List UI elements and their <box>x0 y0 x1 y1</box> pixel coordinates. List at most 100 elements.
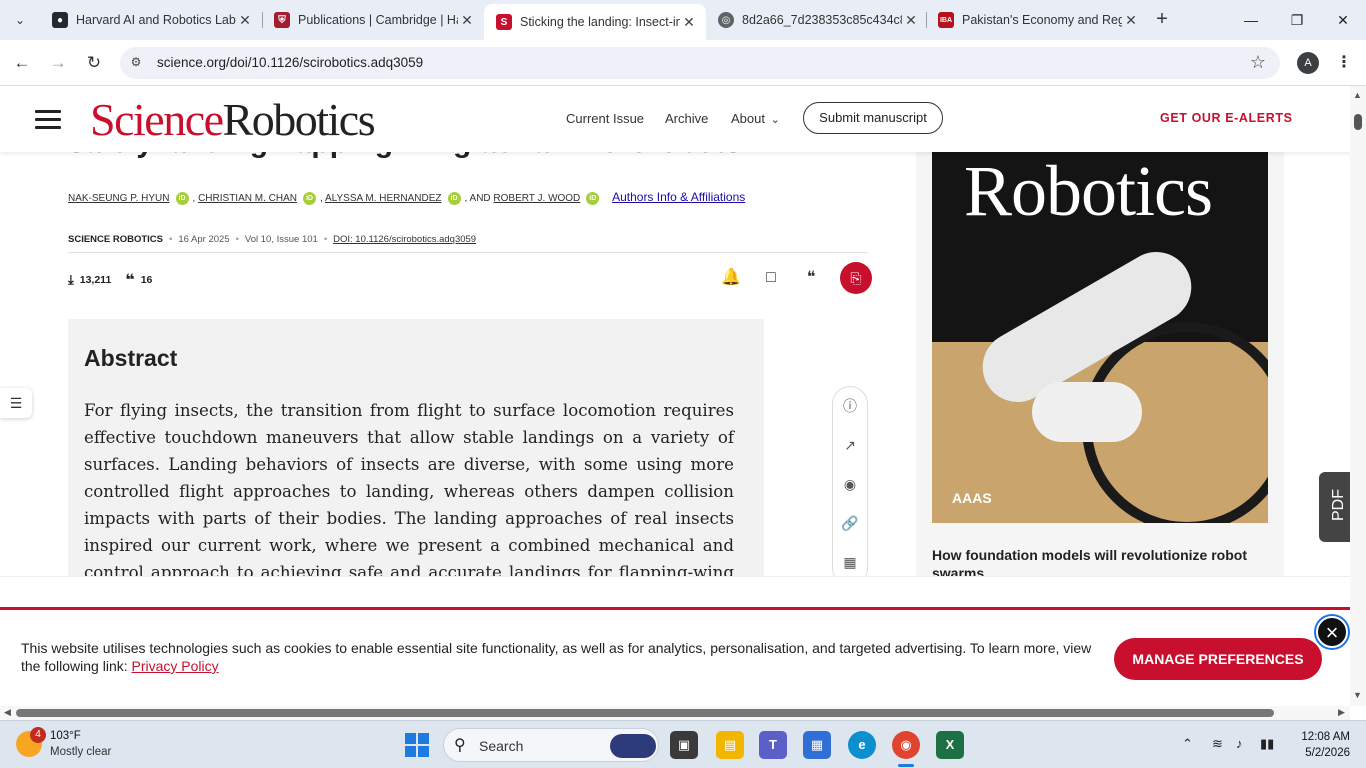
orcid-icon[interactable]: iD <box>586 191 600 205</box>
harvard-shield-icon: ⛨ <box>274 12 290 28</box>
orcid-icon[interactable]: iD <box>175 191 189 205</box>
author-link[interactable]: ROBERT J. WOOD <box>493 193 580 204</box>
restore-icon[interactable]: ❐ <box>1274 6 1320 34</box>
taskbar-search-label: Search <box>479 738 524 754</box>
pdf-side-tab[interactable]: PDF <box>1319 472 1350 542</box>
brand-robotics: Robotics <box>222 94 376 145</box>
cover-robot-arm <box>1032 382 1142 442</box>
back-icon[interactable]: ← <box>9 50 35 76</box>
close-cookie-icon[interactable]: × <box>1316 616 1348 648</box>
site-header: ScienceRobotics Current Issue Archive Ab… <box>0 86 1350 152</box>
outline-list-icon[interactable]: ☰ <box>0 388 32 418</box>
nav-archive[interactable]: Archive <box>665 111 708 126</box>
volume-issue[interactable]: Vol 10, Issue 101 <box>245 234 318 245</box>
microsoft-store-icon[interactable]: ▦ <box>803 731 831 759</box>
metrics-trend-icon[interactable]: ↗ <box>833 426 867 465</box>
doi-link[interactable]: DOI: 10.1126/scirobotics.adq3059 <box>333 234 476 245</box>
tab-close-icon[interactable]: ✕ <box>902 12 920 29</box>
tab-cambridge-publications[interactable]: ⛨ Publications | Cambridge | Harvard ✕ <box>262 4 484 36</box>
article-side-toolbar: ⓘ ↗ ◉ 🔗 ▦ <box>832 386 868 586</box>
tab-pakistan-economy[interactable]: IBA Pakistan's Economy and Regional ✕ <box>926 4 1148 36</box>
globe-icon: ◎ <box>718 12 734 28</box>
battery-icon[interactable]: ▮▮ <box>1260 736 1274 752</box>
tab-sticking-the-landing[interactable]: S Sticking the landing: Insect-inspired … <box>484 4 706 40</box>
minimize-icon[interactable]: — <box>1228 6 1274 34</box>
manage-preferences-button[interactable]: MANAGE PREFERENCES <box>1114 638 1322 680</box>
download-count[interactable]: 13,211 <box>80 274 112 286</box>
brand-science: Science <box>90 94 224 145</box>
tab-close-icon[interactable]: ✕ <box>236 12 254 29</box>
get-e-alerts-link[interactable]: GET OUR E-ALERTS <box>1160 111 1293 125</box>
scroll-left-icon[interactable]: ◀ <box>4 707 11 718</box>
tab-file-8d2a66[interactable]: ◎ 8d2a66_7d238353c85c434c8 ✕ <box>706 4 928 36</box>
wifi-icon[interactable]: ≋ <box>1212 736 1223 752</box>
edge-icon[interactable]: e <box>848 731 876 759</box>
browser-menu-icon[interactable]: ⋮ <box>1336 52 1352 72</box>
tab-search-icon[interactable]: ⌄ <box>8 8 32 32</box>
publish-date: 16 Apr 2025 <box>178 234 230 245</box>
task-view-icon[interactable]: ▣ <box>670 731 698 759</box>
teams-icon[interactable]: T <box>759 731 787 759</box>
scroll-thumb[interactable] <box>16 709 1274 717</box>
horizontal-scrollbar[interactable]: ◀ ▶ <box>0 706 1350 720</box>
orcid-icon[interactable]: iD <box>447 191 461 205</box>
nav-current-issue[interactable]: Current Issue <box>566 111 644 126</box>
profile-avatar[interactable]: A <box>1297 52 1319 74</box>
clock-date: 5/2/2026 <box>1305 747 1350 759</box>
tab-title: 8d2a66_7d238353c85c434c8 <box>742 13 902 27</box>
tab-close-icon[interactable]: ✕ <box>680 14 698 31</box>
weather-widget[interactable]: 4 103°F Mostly clear <box>16 727 136 761</box>
pdf-download-icon[interactable]: ⎘ <box>840 262 872 294</box>
author-link[interactable]: NAK-SEUNG P. HYUN <box>68 193 170 204</box>
url-text[interactable]: science.org/doi/10.1126/scirobotics.adq3… <box>157 55 423 70</box>
citation-count[interactable]: 16 <box>141 274 153 286</box>
excel-icon[interactable]: X <box>936 731 964 759</box>
file-explorer-icon[interactable]: ▤ <box>716 731 744 759</box>
cookie-text: This website utilises technologies such … <box>21 639 1101 675</box>
cover-wordmark: Robotics <box>964 152 1213 231</box>
chrome-icon[interactable]: ◉ <box>892 731 920 759</box>
reload-icon[interactable]: ↻ <box>81 50 107 76</box>
system-clock[interactable]: 12:08 AM 5/2/2026 <box>1280 729 1350 761</box>
cover-publisher-logo: AAAS <box>952 490 992 506</box>
scroll-up-icon[interactable]: ▲ <box>1353 90 1362 100</box>
bookmark-icon[interactable]: □ <box>760 267 782 289</box>
privacy-policy-link[interactable]: Privacy Policy <box>132 658 219 674</box>
scroll-thumb[interactable] <box>1354 114 1362 130</box>
scroll-right-icon[interactable]: ▶ <box>1338 707 1345 718</box>
bookmark-star-icon[interactable]: ☆ <box>1250 52 1266 73</box>
windows-start-icon[interactable] <box>405 733 429 757</box>
article-meta: SCIENCE ROBOTICS • 16 Apr 2025 • Vol 10, Iss… <box>68 234 477 245</box>
view-eye-icon[interactable]: ◉ <box>833 465 867 504</box>
info-icon[interactable]: ⓘ <box>833 387 867 426</box>
share-link-icon[interactable]: 🔗 <box>833 504 867 543</box>
journal-cover-image[interactable]: Robotics AAAS <box>932 152 1268 523</box>
cite-quote-icon[interactable]: ❝ <box>800 267 822 289</box>
author-link[interactable]: ALYSSA M. HERNANDEZ <box>325 193 442 204</box>
science-robotics-logo[interactable]: ScienceRobotics <box>90 94 376 145</box>
tab-strip: ⌄ ● Harvard AI and Robotics Lab ✕ ⛨ Publ… <box>0 0 1366 40</box>
scroll-down-icon[interactable]: ▼ <box>1353 690 1362 700</box>
taskbar-search[interactable]: ⚲ Search <box>443 728 659 762</box>
address-bar[interactable]: ⚙ science.org/doi/10.1126/scirobotics.ad… <box>120 47 1280 79</box>
volume-icon[interactable]: ♪ <box>1236 736 1243 751</box>
tray-chevron-up-icon[interactable]: ⌃ <box>1182 736 1193 752</box>
authors-info-link[interactable]: Authors Info & Affiliations <box>612 190 745 204</box>
pdf-tab-label: PDF <box>1330 489 1347 521</box>
bell-icon[interactable]: 🔔 <box>720 267 742 289</box>
tab-harvard-ai-lab[interactable]: ● Harvard AI and Robotics Lab ✕ <box>40 4 262 36</box>
tab-close-icon[interactable]: ✕ <box>458 12 476 29</box>
nav-about[interactable]: About ⌄ <box>731 111 780 126</box>
forward-icon[interactable]: → <box>45 50 71 76</box>
tab-close-icon[interactable]: ✕ <box>1122 12 1140 29</box>
new-tab-button[interactable]: + <box>1150 8 1174 32</box>
submit-manuscript-button[interactable]: Submit manuscript <box>803 102 943 134</box>
close-window-icon[interactable]: ✕ <box>1320 6 1366 34</box>
author-link[interactable]: CHRISTIAN M. CHAN <box>198 193 297 204</box>
orcid-icon[interactable]: iD <box>302 191 316 205</box>
cookie-banner: This website utilises technologies such … <box>0 576 1350 706</box>
vertical-scrollbar[interactable]: ▲ ▼ <box>1350 86 1366 706</box>
citation-icon: ❝ <box>125 272 135 289</box>
site-info-icon[interactable]: ⚙ <box>128 55 144 71</box>
hamburger-menu-icon[interactable] <box>35 110 61 129</box>
